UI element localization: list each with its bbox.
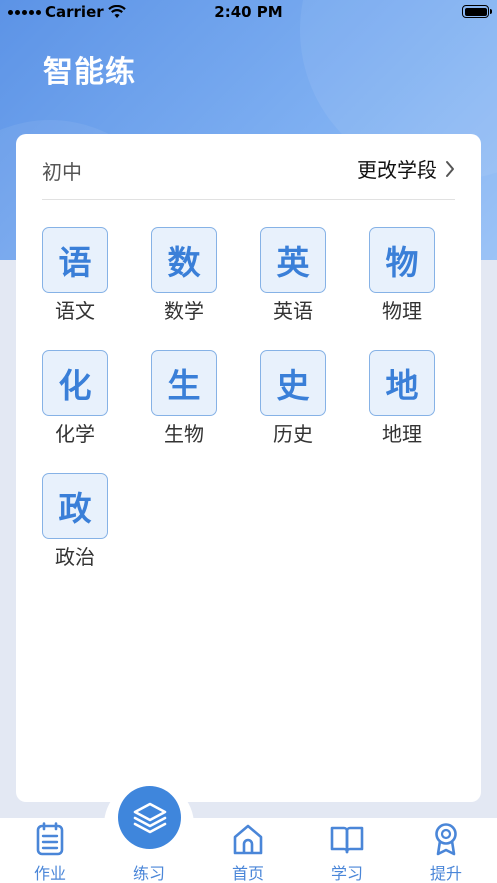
subject-item-history[interactable]: 史 历史 bbox=[260, 350, 328, 450]
subject-tile: 化 bbox=[42, 350, 108, 416]
subject-item-chemistry[interactable]: 化 化学 bbox=[42, 350, 110, 450]
subject-item-math[interactable]: 数 数学 bbox=[151, 227, 219, 327]
subject-name: 化学 bbox=[55, 422, 95, 446]
tab-study[interactable]: 学习 bbox=[307, 818, 387, 883]
subject-card: 初中 更改学段 语 语文 数 数学 英 英语 物 物理 化 化学 生 生物 史 … bbox=[16, 134, 481, 802]
subject-tile: 物 bbox=[369, 227, 435, 293]
subject-name: 地理 bbox=[382, 422, 422, 446]
subject-item-geography[interactable]: 地 地理 bbox=[369, 350, 437, 450]
subject-name: 物理 bbox=[382, 299, 422, 323]
status-bar: Carrier 2:40 PM bbox=[0, 0, 497, 24]
tab-label: 提升 bbox=[429, 864, 462, 883]
subject-tile: 数 bbox=[151, 227, 217, 293]
book-icon bbox=[330, 826, 364, 854]
tab-bar: 作业 首页 学习 提升 bbox=[0, 818, 497, 883]
subject-name: 生物 bbox=[164, 422, 204, 446]
change-grade-button[interactable]: 更改学段 bbox=[357, 154, 455, 183]
tab-label: 练习 bbox=[132, 864, 165, 883]
clipboard-icon bbox=[36, 822, 64, 856]
change-grade-label: 更改学段 bbox=[357, 158, 437, 182]
tab-home[interactable]: 首页 bbox=[208, 818, 288, 883]
chevron-right-icon bbox=[446, 160, 454, 177]
subject-item-politics[interactable]: 政 政治 bbox=[42, 473, 110, 573]
home-icon bbox=[233, 824, 263, 855]
subject-tile: 语 bbox=[42, 227, 108, 293]
subject-name: 政治 bbox=[55, 545, 95, 569]
subject-item-english[interactable]: 英 英语 bbox=[260, 227, 328, 327]
grade-label: 初中 bbox=[42, 160, 82, 184]
layers-icon bbox=[133, 802, 166, 833]
subject-tile: 英 bbox=[260, 227, 326, 293]
subject-name: 数学 bbox=[164, 299, 204, 323]
award-icon bbox=[435, 823, 457, 856]
subject-tile: 地 bbox=[369, 350, 435, 416]
subject-name: 历史 bbox=[273, 422, 313, 446]
subject-name: 语文 bbox=[55, 299, 95, 323]
tab-label: 学习 bbox=[330, 864, 363, 883]
subject-name: 英语 bbox=[273, 299, 313, 323]
clock: 2:40 PM bbox=[214, 3, 283, 21]
tab-label: 首页 bbox=[231, 864, 264, 883]
tab-label: 作业 bbox=[33, 864, 66, 883]
subject-tile: 政 bbox=[42, 473, 108, 539]
subject-item-biology[interactable]: 生 生物 bbox=[151, 350, 219, 450]
tab-improve[interactable]: 提升 bbox=[406, 818, 486, 883]
subject-tile: 史 bbox=[260, 350, 326, 416]
grade-row: 初中 更改学段 bbox=[42, 134, 455, 200]
subject-item-chinese[interactable]: 语 语文 bbox=[42, 227, 110, 327]
page-title: 智能练 bbox=[43, 55, 136, 90]
subject-tile: 生 bbox=[151, 350, 217, 416]
subject-item-physics[interactable]: 物 物理 bbox=[369, 227, 437, 327]
tab-homework[interactable]: 作业 bbox=[10, 818, 90, 883]
battery-icon bbox=[462, 5, 492, 18]
tab-practice[interactable] bbox=[118, 786, 181, 849]
